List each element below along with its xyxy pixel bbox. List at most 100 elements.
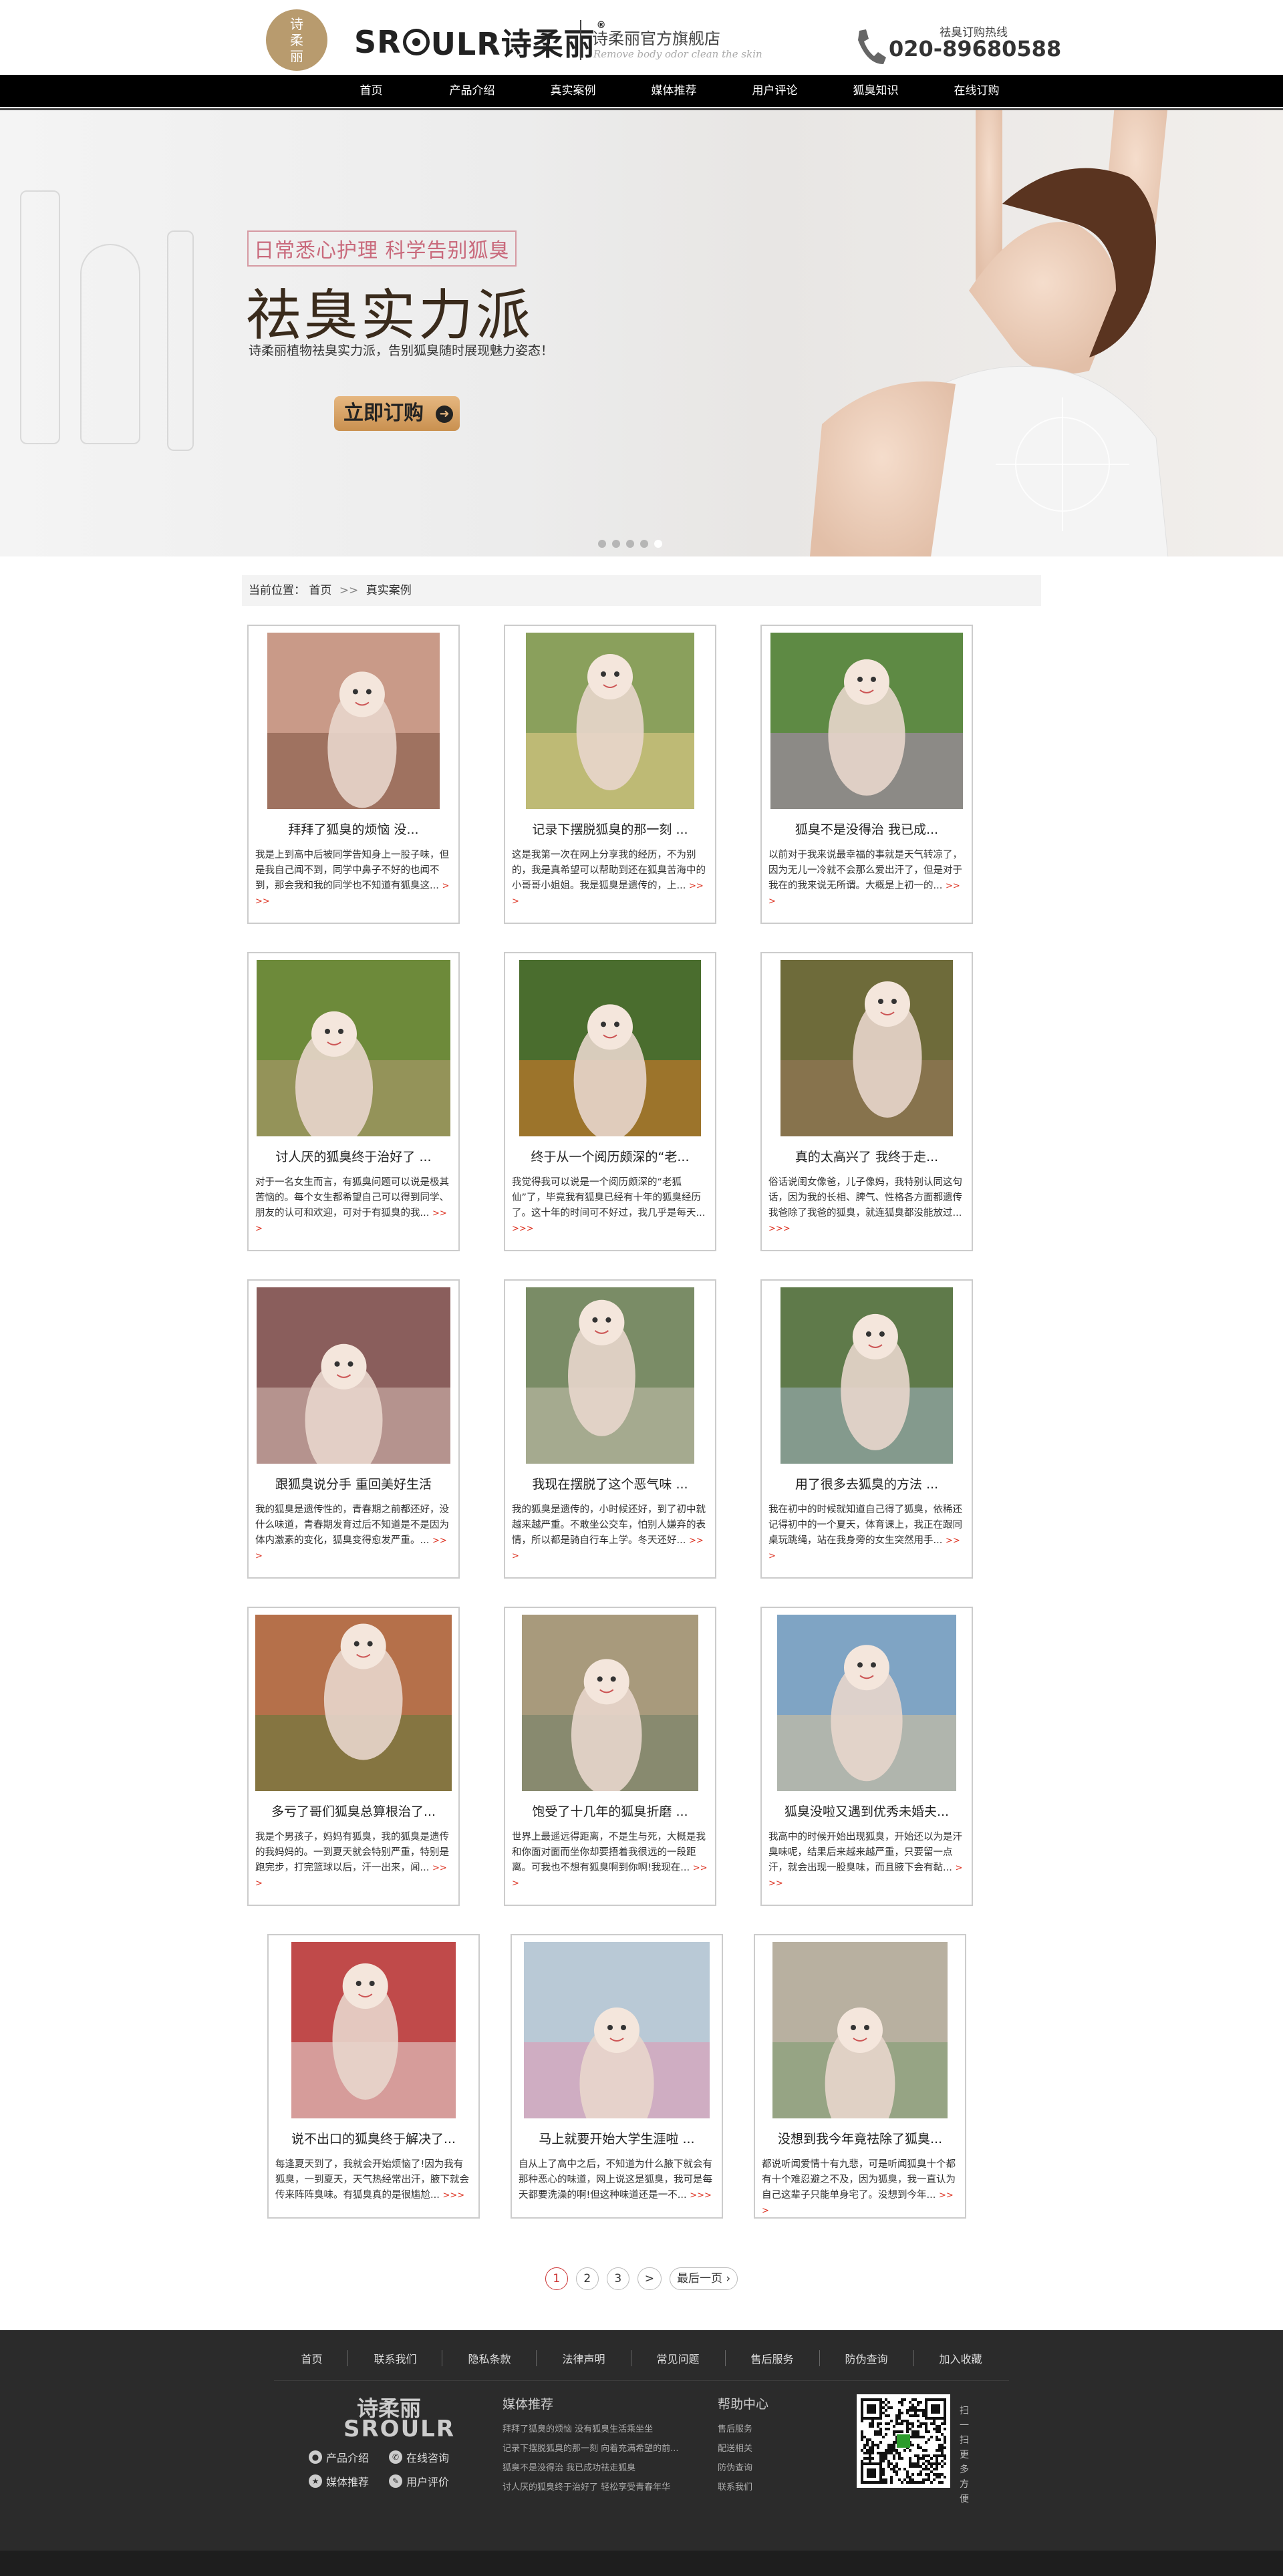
case-card[interactable]: 我现在摆脱了这个恶气味 ... 我的狐臭是遗传的，小时候还好，到了初中就越来越严重… (504, 1279, 716, 1579)
case-title[interactable]: 用了很多去狐臭的方法 ... (767, 1474, 966, 1492)
nav-item-products[interactable]: 产品介绍 (422, 75, 523, 107)
slide-dot[interactable] (626, 540, 634, 548)
next-page-button[interactable]: > (637, 2267, 662, 2290)
case-title[interactable]: 真的太高兴了 我终于走... (767, 1147, 966, 1165)
footer-help-item[interactable]: 配送相关 (718, 2439, 752, 2458)
case-card[interactable]: 记录下摆脱狐臭的那一刻 ... 这是我第一次在网上分享我的经历，不为别的，我是真希… (504, 625, 716, 924)
case-photo[interactable] (257, 1287, 450, 1464)
case-title[interactable]: 讨人厌的狐臭终于治好了 ... (254, 1147, 453, 1165)
nav-item-reviews[interactable]: 用户评论 (724, 75, 825, 107)
hotline-number[interactable]: 020-89680588 (889, 36, 1061, 61)
case-photo[interactable] (770, 633, 963, 809)
nav-item-home[interactable]: 首页 (321, 75, 422, 107)
case-title[interactable]: 说不出口的狐臭终于解决了... (274, 2129, 473, 2147)
order-now-button[interactable]: 立即订购 ➜ (334, 396, 460, 431)
case-photo[interactable] (519, 960, 701, 1136)
case-card[interactable]: 狐臭不是没得治 我已成... 以前对于我来说最幸福的事就是天气转凉了，因为无儿一冷… (760, 625, 973, 924)
case-title[interactable]: 我现在摆脱了这个恶气味 ... (511, 1474, 710, 1492)
case-photo[interactable] (257, 960, 450, 1136)
footer-link-aftersales[interactable]: 售后服务 (726, 2350, 820, 2366)
case-title[interactable]: 多亏了哥们狐臭总算根治了... (254, 1802, 453, 1820)
case-card[interactable]: 多亏了哥们狐臭总算根治了... 我是个男孩子，妈妈有狐臭，我的狐臭是遗传的我妈妈的… (247, 1607, 460, 1906)
case-photo[interactable] (255, 1615, 452, 1791)
case-card[interactable]: 马上就要开始大学生涯啦 ... 自从上了高中之后，不知道为什么腋下就会有那种恶心的… (511, 1934, 723, 2219)
case-excerpt: 这是我第一次在网上分享我的经历，不为别的，我是真希望可以帮助到还在狐臭苦海中的小… (512, 848, 708, 911)
pagination: 1 2 3 > 最后一页 › (0, 2267, 1283, 2294)
case-title[interactable]: 狐臭不是没得治 我已成... (767, 820, 966, 838)
case-card[interactable]: 终于从一个阅历颇深的“老... 我觉得我可以说是一个阅历颇深的“老狐仙”了，毕竟我… (504, 952, 716, 1251)
nav-item-cases[interactable]: 真实案例 (523, 75, 623, 107)
footer-link-verify[interactable]: 防伪查询 (820, 2350, 914, 2366)
footer-media-item[interactable]: 记录下摆脱狐臭的那一刻 向着充满希望的前... (503, 2439, 679, 2458)
case-card[interactable]: 说不出口的狐臭终于解决了... 每逢夏天到了，我就会开始烦恼了!因为我有狐臭，一到… (267, 1934, 480, 2219)
last-page-button[interactable]: 最后一页 › (670, 2267, 738, 2290)
footer-media-item[interactable]: 讨人厌的狐臭终于治好了 轻松享受青春年华 (503, 2478, 679, 2497)
case-photo[interactable] (291, 1942, 456, 2118)
case-title[interactable]: 狐臭没啦又遇到优秀未婚夫... (767, 1802, 966, 1820)
footer-link-contact[interactable]: 联系我们 (348, 2350, 443, 2366)
brand-wordmark[interactable]: SR ULR诗柔丽 ® (354, 20, 607, 64)
case-photo[interactable] (526, 633, 694, 809)
case-photo[interactable] (526, 1287, 694, 1464)
read-more-link[interactable]: >>> (690, 2191, 712, 2201)
nav-item-knowledge[interactable]: 狐臭知识 (825, 75, 926, 107)
case-excerpt: 我觉得我可以说是一个阅历颇深的“老狐仙”了，毕竟我有狐臭已经有十年的狐臭经历了。… (512, 1175, 708, 1238)
case-title[interactable]: 跟狐臭说分手 重回美好生活 (254, 1474, 453, 1492)
footer-quick-consult[interactable]: ✆ 在线咨询 (389, 2449, 469, 2465)
case-title[interactable]: 饱受了十几年的狐臭折磨 ... (511, 1802, 710, 1820)
case-card[interactable]: 讨人厌的狐臭终于治好了 ... 对于一名女生而言，有狐臭问题可以说是极其苦恼的。每… (247, 952, 460, 1251)
case-card[interactable]: 没想到我今年竟祛除了狐臭... 都说听闻爱情十有九悲，可是听闻狐臭十个都有十个难忍… (754, 1934, 966, 2219)
case-photo[interactable] (522, 1615, 698, 1791)
case-title[interactable]: 拜拜了狐臭的烦恼 没... (254, 820, 453, 838)
case-card[interactable]: 狐臭没啦又遇到优秀未婚夫... 我高中的时候开始出现狐臭，开始还以为是汗臭味呢，结… (760, 1607, 973, 1906)
hero-banner[interactable]: 日常悉心护理 科学告别狐臭 祛臭实力派 诗柔丽植物祛臭实力派，告别狐臭随时展现魅… (0, 110, 1283, 556)
case-title[interactable]: 没想到我今年竟祛除了狐臭... (760, 2129, 960, 2147)
brand-seal-logo[interactable]: 诗 柔 丽 (266, 9, 327, 71)
case-card[interactable]: 拜拜了狐臭的烦恼 没... 我是上到高中后被同学告知身上一股子味，但是我自己闻不到… (247, 625, 460, 924)
case-photo[interactable] (780, 960, 953, 1136)
footer-help-item[interactable]: 售后服务 (718, 2420, 752, 2439)
footer-help-item[interactable]: 联系我们 (718, 2478, 752, 2497)
case-photo[interactable] (777, 1615, 956, 1791)
footer-link-home[interactable]: 首页 (275, 2350, 349, 2366)
case-card[interactable]: 用了很多去狐臭的方法 ... 我在初中的时候就知道自己得了狐臭，依稀还记得初中的一… (760, 1279, 973, 1579)
footer-quick-media[interactable]: ★ 媒体推荐 (309, 2473, 389, 2489)
footer-quick-reviews[interactable]: ✎ 用户评价 (389, 2473, 469, 2489)
nav-item-order[interactable]: 在线订购 (926, 75, 1027, 107)
read-more-link[interactable]: >>> (768, 1224, 791, 1234)
case-excerpt: 每逢夏天到了，我就会开始烦恼了!因为我有狐臭，一到夏天，天气热经常出汗，腋下就会… (275, 2157, 472, 2220)
footer-media-item[interactable]: 狐臭不是没得治 我已成功祛走狐臭 (503, 2458, 679, 2478)
slide-dot[interactable] (640, 540, 648, 548)
slide-dot-active[interactable] (654, 540, 662, 548)
case-photo-image (770, 633, 963, 809)
case-card[interactable]: 跟狐臭说分手 重回美好生活我的狐臭是遗传性的，青春期之前都还好，没什么味道，青春… (247, 1279, 460, 1579)
slide-dot[interactable] (612, 540, 620, 548)
footer-quick-products[interactable]: ● 产品介绍 (309, 2449, 389, 2465)
case-excerpt-text: 我的狐臭是遗传性的，青春期之前都还好，没什么味道，青春期发育过后不知道是不是因为… (255, 1504, 449, 1546)
footer-link-bookmark[interactable]: 加入收藏 (914, 2350, 1008, 2366)
read-more-link[interactable]: >>> (512, 1224, 534, 1234)
case-photo[interactable] (524, 1942, 710, 2118)
nav-item-media[interactable]: 媒体推荐 (623, 75, 724, 107)
banner-tagline: 日常悉心护理 科学告别狐臭 (247, 230, 517, 267)
case-photo[interactable] (772, 1942, 948, 2118)
case-title[interactable]: 终于从一个阅历颇深的“老... (511, 1147, 710, 1165)
footer-media-item[interactable]: 拜拜了狐臭的烦恼 没有狐臭生活乘坐坐 (503, 2420, 679, 2439)
case-card[interactable]: 真的太高兴了 我终于走... 俗话说闺女像爸，儿子像妈，我特别认同这句话，因为我的… (760, 952, 973, 1251)
case-title[interactable]: 马上就要开始大学生涯啦 ... (517, 2129, 716, 2147)
case-title[interactable]: 记录下摆脱狐臭的那一刻 ... (511, 820, 710, 838)
read-more-link[interactable]: >>> (442, 2191, 464, 2201)
footer-help-item[interactable]: 防伪查询 (718, 2458, 752, 2478)
page-number[interactable]: 1 (545, 2267, 568, 2290)
case-excerpt: 世界上最遥远得距离，不是生与死，大概是我和你面对面而坐你却要捂着我很远的一段距离… (512, 1830, 708, 1893)
slide-dot[interactable] (598, 540, 606, 548)
footer-link-faq[interactable]: 常见问题 (631, 2350, 726, 2366)
page-number[interactable]: 3 (606, 2267, 629, 2290)
footer-link-legal[interactable]: 法律声明 (537, 2350, 631, 2366)
breadcrumb-home[interactable]: 首页 (309, 584, 331, 597)
page-number[interactable]: 2 (575, 2267, 599, 2290)
case-photo[interactable] (267, 633, 440, 809)
case-card[interactable]: 饱受了十几年的狐臭折磨 ... 世界上最遥远得距离，不是生与死，大概是我和你面对面… (504, 1607, 716, 1906)
footer-link-privacy[interactable]: 隐私条款 (442, 2350, 537, 2366)
case-photo[interactable] (780, 1287, 953, 1464)
